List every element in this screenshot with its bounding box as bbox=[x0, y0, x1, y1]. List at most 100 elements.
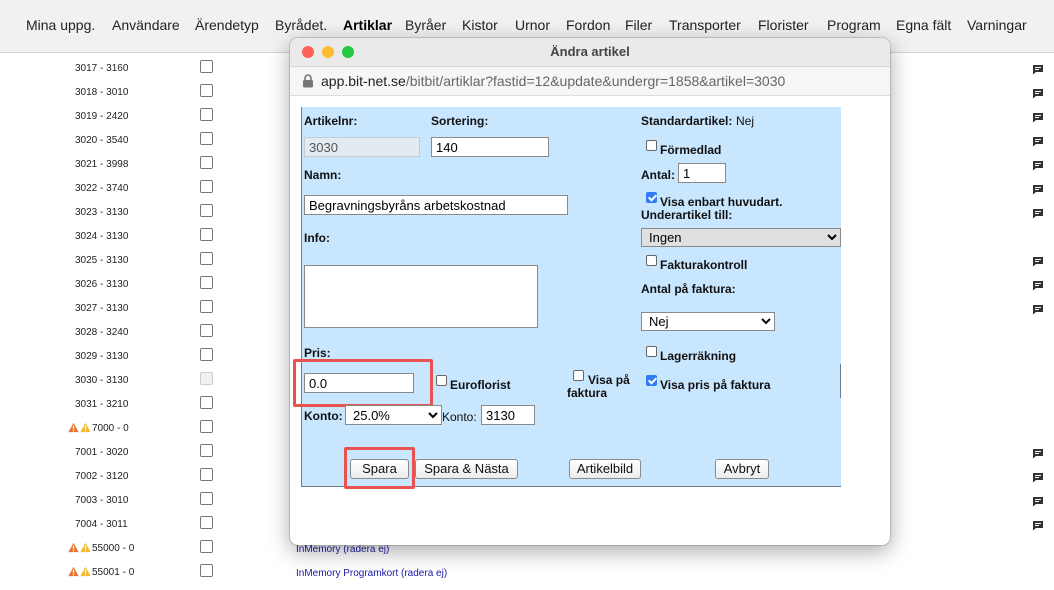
row-id: 3025 - 3130 bbox=[75, 255, 128, 266]
lagerrakning-checkbox[interactable] bbox=[646, 346, 657, 357]
underartikel-select[interactable]: Ingen bbox=[641, 228, 841, 247]
row-checkbox[interactable] bbox=[200, 540, 213, 553]
url-bar[interactable]: app.bit-net.se/bitbit/artiklar?fastid=12… bbox=[290, 67, 890, 96]
nav-item-4[interactable]: Artiklar bbox=[343, 17, 392, 33]
comment-icon[interactable] bbox=[1032, 134, 1044, 147]
nav-item-7[interactable]: Urnor bbox=[515, 17, 550, 33]
namn-label: Namn: bbox=[304, 168, 342, 182]
row-checkbox[interactable] bbox=[200, 468, 213, 481]
spara-button[interactable]: Spara bbox=[350, 459, 409, 479]
row-id-text: 3030 - 3130 bbox=[75, 375, 129, 386]
row-id: 3019 - 2420 bbox=[75, 111, 128, 122]
row-checkbox[interactable] bbox=[200, 180, 213, 193]
row-checkbox[interactable] bbox=[200, 276, 213, 289]
comment-icon[interactable] bbox=[1032, 158, 1044, 171]
euroflorist-checkbox[interactable] bbox=[436, 375, 447, 386]
row-checkbox[interactable] bbox=[200, 60, 213, 73]
fakturakontroll-label: Fakturakontroll bbox=[660, 258, 748, 272]
visa-pris-checkbox[interactable] bbox=[646, 375, 657, 386]
formedlad-checkbox[interactable] bbox=[646, 140, 657, 151]
row-id-text: 3019 - 2420 bbox=[75, 111, 129, 122]
comment-icon[interactable] bbox=[1032, 182, 1044, 195]
row-checkbox[interactable] bbox=[200, 84, 213, 97]
artikelnr-label: Artikelnr: bbox=[304, 114, 358, 128]
row-id: 55001 - 0 bbox=[68, 566, 134, 578]
sortering-field[interactable] bbox=[431, 137, 549, 157]
comment-icon[interactable] bbox=[1032, 278, 1044, 291]
row-id: 3022 - 3740 bbox=[75, 183, 128, 194]
visa-pa-faktura-checkbox[interactable] bbox=[573, 370, 584, 381]
comment-icon[interactable] bbox=[1032, 470, 1044, 483]
nav-item-6[interactable]: Kistor bbox=[462, 17, 498, 33]
row-checkbox[interactable] bbox=[200, 132, 213, 145]
row-checkbox[interactable] bbox=[200, 564, 213, 577]
warning-red-icon bbox=[68, 566, 79, 577]
url-path: /bitbit/artiklar?fastid=12&update&underg… bbox=[405, 73, 786, 89]
row-checkbox[interactable] bbox=[200, 372, 213, 385]
comment-icon[interactable] bbox=[1032, 518, 1044, 531]
row-id: 7004 - 3011 bbox=[75, 519, 128, 530]
row-checkbox[interactable] bbox=[200, 300, 213, 313]
comment-icon[interactable] bbox=[1032, 494, 1044, 507]
nav-item-8[interactable]: Fordon bbox=[566, 17, 610, 33]
nav-item-2[interactable]: Ärendetyp bbox=[195, 17, 259, 33]
avbryt-button[interactable]: Avbryt bbox=[715, 459, 769, 479]
row-checkbox[interactable] bbox=[200, 348, 213, 361]
antal-field[interactable] bbox=[678, 163, 726, 183]
nav-item-0[interactable]: Mina uppg. bbox=[26, 17, 95, 33]
info-textarea[interactable] bbox=[304, 265, 538, 328]
row-id: 3028 - 3240 bbox=[75, 327, 128, 338]
konto-field[interactable] bbox=[481, 405, 535, 425]
row-checkbox[interactable] bbox=[200, 108, 213, 121]
comment-icon[interactable] bbox=[1032, 206, 1044, 219]
nav-item-11[interactable]: Florister bbox=[758, 17, 809, 33]
url-text: app.bit-net.se/bitbit/artiklar?fastid=12… bbox=[321, 73, 785, 89]
row-checkbox[interactable] bbox=[200, 324, 213, 337]
row-checkbox[interactable] bbox=[200, 420, 213, 433]
row-id-text: 7000 - 0 bbox=[92, 423, 129, 435]
row-checkbox[interactable] bbox=[200, 204, 213, 217]
namn-field[interactable] bbox=[304, 195, 568, 215]
row-checkbox[interactable] bbox=[200, 228, 213, 241]
row-checkbox[interactable] bbox=[200, 252, 213, 265]
comment-icon[interactable] bbox=[1032, 110, 1044, 123]
nav-item-14[interactable]: Varningar bbox=[967, 17, 1027, 33]
pris-label: Pris: bbox=[304, 346, 331, 360]
comment-icon[interactable] bbox=[1032, 446, 1044, 459]
nav-item-3[interactable]: Byrådet. bbox=[275, 17, 327, 33]
pris-field[interactable] bbox=[304, 373, 414, 393]
moms-select[interactable]: 25.0% bbox=[345, 405, 442, 425]
konto-label: Konto: bbox=[304, 409, 343, 423]
antal-pa-faktura-select[interactable]: Nej bbox=[641, 312, 775, 331]
row-id-text: 3028 - 3240 bbox=[75, 327, 129, 338]
row-checkbox[interactable] bbox=[200, 492, 213, 505]
comment-icon[interactable] bbox=[1032, 302, 1044, 315]
nav-item-9[interactable]: Filer bbox=[625, 17, 652, 33]
comment-icon[interactable] bbox=[1032, 62, 1044, 75]
row-checkbox[interactable] bbox=[200, 156, 213, 169]
visa-enbart-label: Visa enbart huvudart. bbox=[660, 195, 783, 209]
row-id-text: 7004 - 3011 bbox=[75, 519, 128, 530]
row-id: 3027 - 3130 bbox=[75, 303, 128, 314]
nav-item-12[interactable]: Program bbox=[827, 17, 881, 33]
row-link[interactable]: InMemory Programkort (radera ej) bbox=[296, 568, 447, 579]
row-checkbox[interactable] bbox=[200, 444, 213, 457]
comment-icon[interactable] bbox=[1032, 86, 1044, 99]
nav-item-5[interactable]: Byråer bbox=[405, 17, 446, 33]
window-title: Ändra artikel bbox=[550, 44, 630, 59]
nav-item-10[interactable]: Transporter bbox=[669, 17, 741, 33]
row-checkbox[interactable] bbox=[200, 516, 213, 529]
row-link[interactable]: InMemory (radera ej) bbox=[296, 544, 389, 555]
artikelbild-button[interactable]: Artikelbild bbox=[569, 459, 641, 479]
row-id: 7003 - 3010 bbox=[75, 495, 128, 506]
spara-nasta-button[interactable]: Spara & Nästa bbox=[415, 459, 518, 479]
row-id: 3021 - 3998 bbox=[75, 159, 128, 170]
antal-pa-faktura-label: Antal på faktura: bbox=[641, 282, 736, 296]
row-id-text: 3026 - 3130 bbox=[75, 279, 129, 290]
nav-item-1[interactable]: Användare bbox=[112, 17, 180, 33]
nav-item-13[interactable]: Egna fält bbox=[896, 17, 951, 33]
fakturakontroll-checkbox[interactable] bbox=[646, 255, 657, 266]
row-checkbox[interactable] bbox=[200, 396, 213, 409]
comment-icon[interactable] bbox=[1032, 254, 1044, 267]
visa-enbart-checkbox[interactable] bbox=[646, 192, 657, 203]
